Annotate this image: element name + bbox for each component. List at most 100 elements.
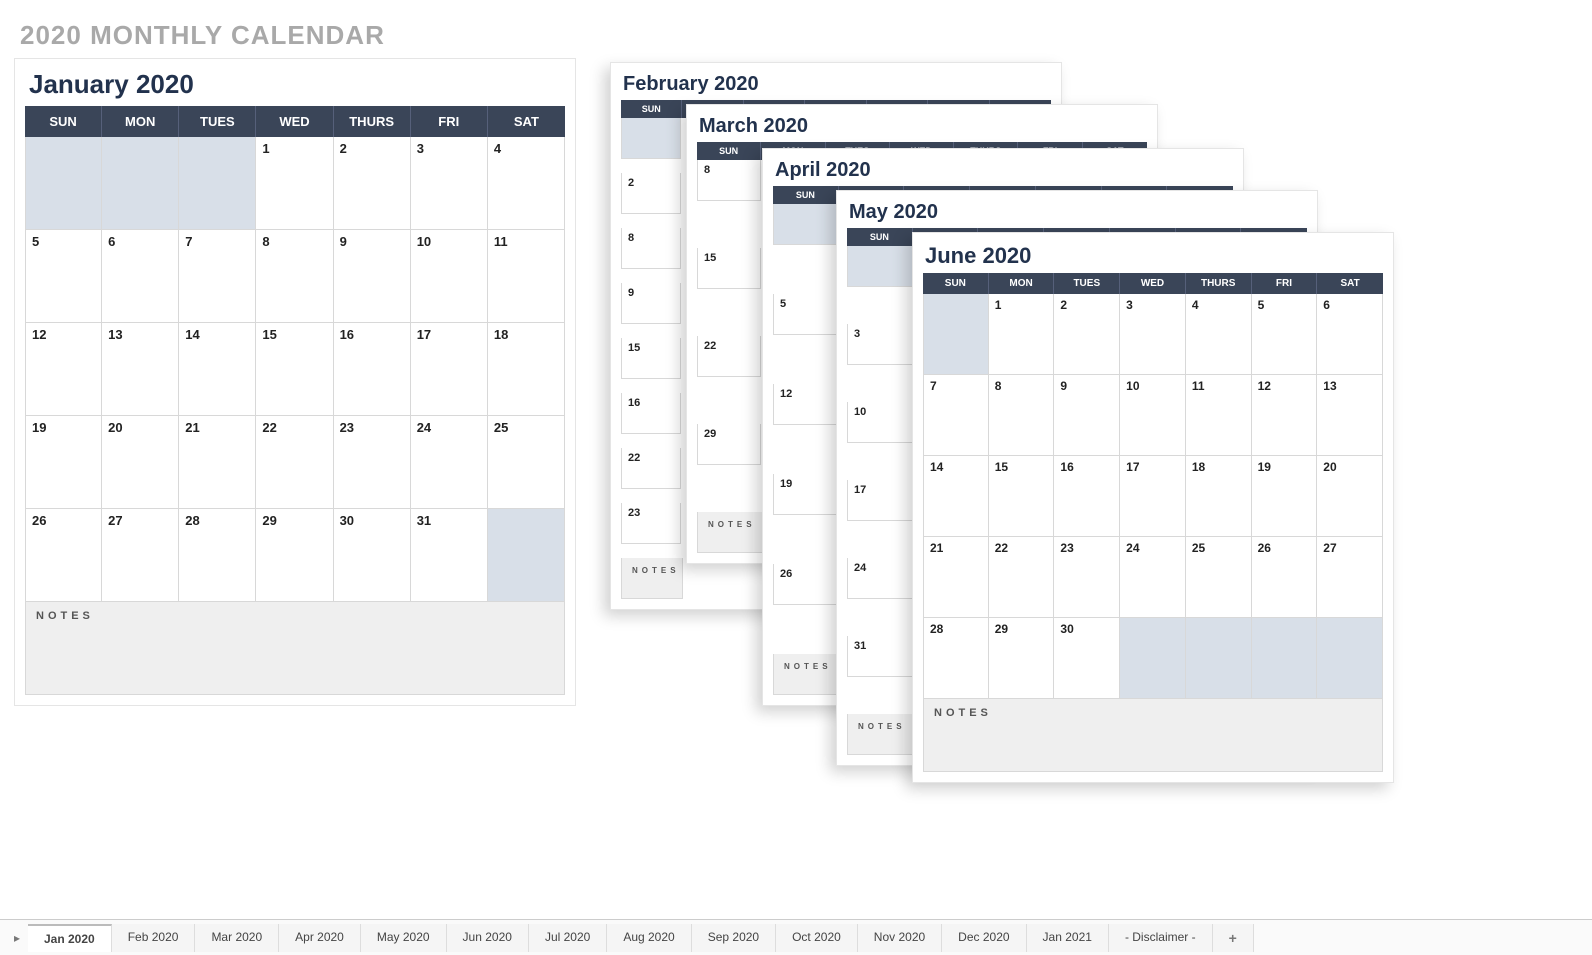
calendar-cell[interactable]: 8 <box>989 375 1055 456</box>
calendar-cell[interactable]: 1 <box>256 137 333 230</box>
calendar-cell[interactable]: 31 <box>847 636 913 677</box>
calendar-cell[interactable]: 19 <box>25 416 102 509</box>
calendar-cell[interactable]: 8 <box>256 230 333 323</box>
calendar-cell[interactable] <box>102 137 179 230</box>
calendar-cell[interactable]: 31 <box>411 509 488 602</box>
calendar-cell[interactable]: 2 <box>621 173 681 214</box>
calendar-cell[interactable]: 8 <box>621 228 681 269</box>
sheet-tab[interactable]: Aug 2020 <box>607 924 691 952</box>
calendar-cell[interactable]: 24 <box>847 558 913 599</box>
notes-area-april[interactable]: NOTES <box>773 654 841 695</box>
notes-area-may[interactable]: NOTES <box>847 714 915 755</box>
calendar-cell[interactable]: 25 <box>488 416 565 509</box>
calendar-cell[interactable]: 2 <box>1054 294 1120 375</box>
calendar-cell[interactable]: 22 <box>256 416 333 509</box>
calendar-cell[interactable]: 13 <box>102 323 179 416</box>
calendar-cell[interactable]: 13 <box>1317 375 1383 456</box>
calendar-cell[interactable] <box>621 118 681 159</box>
calendar-cell[interactable]: 3 <box>847 324 913 365</box>
sheet-tab[interactable]: Jun 2020 <box>447 924 529 952</box>
calendar-cell[interactable]: 7 <box>923 375 989 456</box>
calendar-cell[interactable]: 26 <box>25 509 102 602</box>
calendar-cell[interactable]: 23 <box>621 503 681 544</box>
calendar-cell[interactable]: 12 <box>1252 375 1318 456</box>
calendar-cell[interactable] <box>773 204 839 245</box>
calendar-cell[interactable]: 17 <box>411 323 488 416</box>
sheet-tab[interactable]: - Disclaimer - <box>1109 924 1213 952</box>
calendar-cell[interactable]: 23 <box>334 416 411 509</box>
calendar-cell[interactable]: 12 <box>25 323 102 416</box>
calendar-cell[interactable]: 10 <box>411 230 488 323</box>
sheet-tab[interactable]: Apr 2020 <box>279 924 361 952</box>
calendar-cell[interactable]: 26 <box>1252 537 1318 618</box>
calendar-cell[interactable] <box>1186 618 1252 699</box>
calendar-grid-june[interactable]: 1234567891011121314151617181920212223242… <box>923 294 1383 699</box>
calendar-cell[interactable]: 29 <box>989 618 1055 699</box>
calendar-cell[interactable]: 4 <box>1186 294 1252 375</box>
calendar-cell[interactable]: 24 <box>1120 537 1186 618</box>
calendar-cell[interactable]: 5 <box>1252 294 1318 375</box>
calendar-cell[interactable]: 15 <box>989 456 1055 537</box>
calendar-cell[interactable] <box>1252 618 1318 699</box>
calendar-cell[interactable]: 29 <box>256 509 333 602</box>
sheet-tab[interactable]: Feb 2020 <box>112 924 196 952</box>
calendar-cell[interactable]: 1 <box>989 294 1055 375</box>
calendar-cell[interactable]: 15 <box>697 248 761 289</box>
sheet-tab[interactable]: Jan 2020 <box>28 924 112 952</box>
calendar-cell[interactable]: 15 <box>621 338 681 379</box>
calendar-cell[interactable]: 30 <box>1054 618 1120 699</box>
calendar-cell[interactable]: 21 <box>923 537 989 618</box>
calendar-cell[interactable]: 28 <box>923 618 989 699</box>
calendar-cell[interactable]: 19 <box>773 474 839 515</box>
calendar-cell[interactable]: 4 <box>488 137 565 230</box>
calendar-cell[interactable]: 3 <box>1120 294 1186 375</box>
notes-area-february[interactable]: NOTES <box>621 558 683 599</box>
calendar-cell[interactable]: 22 <box>621 448 681 489</box>
calendar-cell[interactable] <box>1120 618 1186 699</box>
calendar-cell[interactable]: 9 <box>621 283 681 324</box>
notes-area-january[interactable]: NOTES <box>25 602 565 695</box>
calendar-cell[interactable]: 14 <box>179 323 256 416</box>
calendar-cell[interactable]: 6 <box>1317 294 1383 375</box>
add-sheet-button[interactable]: + <box>1213 924 1254 952</box>
calendar-cell[interactable]: 17 <box>847 480 913 521</box>
calendar-cell[interactable]: 20 <box>102 416 179 509</box>
calendar-cell[interactable]: 10 <box>1120 375 1186 456</box>
sheet-tab[interactable]: Jul 2020 <box>529 924 607 952</box>
calendar-cell[interactable]: 21 <box>179 416 256 509</box>
calendar-cell[interactable] <box>847 246 913 287</box>
calendar-cell[interactable]: 16 <box>621 393 681 434</box>
calendar-cell[interactable]: 22 <box>989 537 1055 618</box>
tab-scroll-icon[interactable]: ▸ <box>6 927 28 949</box>
calendar-cell[interactable]: 2 <box>334 137 411 230</box>
notes-area-june[interactable]: NOTES <box>923 699 1383 772</box>
calendar-cell[interactable]: 28 <box>179 509 256 602</box>
calendar-cell[interactable]: 16 <box>1054 456 1120 537</box>
calendar-cell[interactable] <box>1317 618 1383 699</box>
calendar-cell[interactable] <box>923 294 989 375</box>
calendar-cell[interactable]: 23 <box>1054 537 1120 618</box>
calendar-cell[interactable]: 18 <box>1186 456 1252 537</box>
sheet-tab[interactable]: Mar 2020 <box>195 924 279 952</box>
calendar-cell[interactable]: 16 <box>334 323 411 416</box>
calendar-cell[interactable]: 15 <box>256 323 333 416</box>
sheet-tab[interactable]: Jan 2021 <box>1027 924 1109 952</box>
calendar-cell[interactable]: 14 <box>923 456 989 537</box>
calendar-cell[interactable]: 12 <box>773 384 839 425</box>
sheet-tab[interactable]: Dec 2020 <box>942 924 1026 952</box>
calendar-grid-january[interactable]: 1234567891011121314151617181920212223242… <box>25 137 565 602</box>
calendar-cell[interactable]: 18 <box>488 323 565 416</box>
calendar-cell[interactable]: 25 <box>1186 537 1252 618</box>
calendar-cell[interactable]: 5 <box>773 294 839 335</box>
calendar-cell[interactable]: 10 <box>847 402 913 443</box>
calendar-cell[interactable]: 27 <box>102 509 179 602</box>
calendar-cell[interactable] <box>25 137 102 230</box>
calendar-cell[interactable]: 17 <box>1120 456 1186 537</box>
calendar-cell[interactable]: 20 <box>1317 456 1383 537</box>
calendar-cell[interactable]: 29 <box>697 424 761 465</box>
calendar-cell[interactable]: 3 <box>411 137 488 230</box>
sheet-tab[interactable]: May 2020 <box>361 924 447 952</box>
calendar-cell[interactable]: 30 <box>334 509 411 602</box>
sheet-tab[interactable]: Nov 2020 <box>858 924 942 952</box>
calendar-cell[interactable]: 5 <box>25 230 102 323</box>
